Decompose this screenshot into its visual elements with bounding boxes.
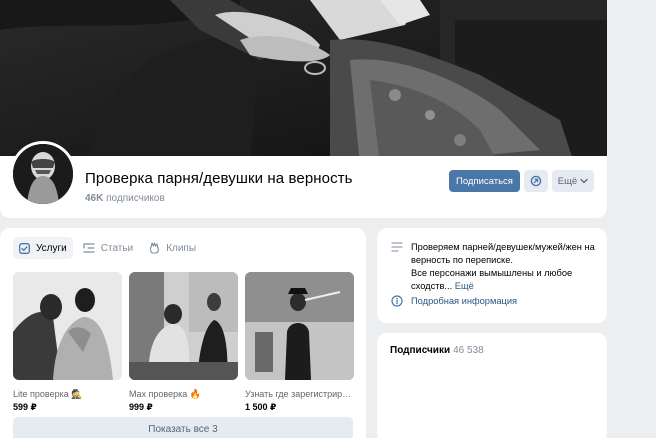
subscribe-button[interactable]: Подписаться — [449, 170, 520, 192]
product-name: Lite проверка 🕵 — [13, 389, 83, 399]
details-link[interactable]: Подробная информация — [411, 296, 517, 306]
show-all-button[interactable]: Показать все 3 — [13, 417, 353, 438]
product-card[interactable]: Lite проверка 🕵 599 ₽ — [13, 272, 122, 413]
group-avatar[interactable] — [10, 141, 76, 207]
subscribers-number: 46K — [85, 193, 104, 204]
more-label: Ещё — [557, 175, 578, 187]
services-icon — [19, 242, 30, 254]
info-icon — [391, 295, 403, 307]
articles-icon — [83, 243, 95, 253]
subscribers-total: 46 538 — [453, 345, 484, 356]
product-price: 599 ₽ — [13, 402, 37, 412]
tab-articles-label: Статьи — [100, 242, 134, 254]
subscribers-title[interactable]: Подписчики 46 538 — [390, 345, 484, 356]
product-image — [245, 272, 354, 380]
description-icon — [391, 242, 403, 252]
clock-arrow-icon — [530, 175, 542, 187]
product-image — [13, 272, 122, 380]
tab-articles[interactable]: Статьи — [77, 237, 139, 259]
description-more-link[interactable]: Ещё — [455, 281, 474, 291]
product-name: Max проверка 🔥 — [129, 389, 201, 399]
product-price: 1 500 ₽ — [245, 402, 277, 412]
group-description: Проверяем парней/девушек/мужей/жен на ве… — [411, 241, 601, 293]
product-card[interactable]: Узнать где зарегистриро... 1 500 ₽ — [245, 272, 354, 413]
products-list: Lite проверка 🕵 599 ₽ Max проверка 🔥 999… — [13, 272, 354, 413]
description-text: Проверяем парней/девушек/мужей/жен на ве… — [411, 242, 595, 291]
tab-clips-label: Клипы — [166, 242, 197, 254]
tab-clips[interactable]: Клипы — [143, 237, 202, 259]
product-name: Узнать где зарегистриро... — [245, 389, 354, 399]
subscribers-title-label: Подписчики — [390, 345, 451, 356]
clips-icon — [150, 242, 160, 254]
round-action-button[interactable] — [524, 170, 548, 192]
tab-services[interactable]: Услуги — [13, 237, 73, 259]
tab-services-label: Услуги — [36, 242, 67, 254]
group-title: Проверка парня/девушки на верность — [85, 170, 353, 187]
services-block: Услуги Статьи Клипы Lite проверка 🕵 599 … — [0, 228, 366, 438]
more-button[interactable]: Ещё — [552, 170, 594, 192]
info-block: Проверяем парней/девушек/мужей/жен на ве… — [377, 228, 607, 323]
page-margin — [607, 0, 656, 438]
product-image — [129, 272, 238, 380]
subscribers-block: Подписчики 46 538 — [377, 333, 607, 438]
cover-image — [0, 0, 607, 166]
chevron-down-icon — [580, 178, 588, 184]
subscribers-label: подписчиков — [106, 193, 165, 204]
product-price: 999 ₽ — [129, 402, 153, 412]
subscribers-count: 46K подписчиков — [85, 193, 165, 204]
content-tabs: Услуги Статьи Клипы — [13, 237, 202, 259]
product-card[interactable]: Max проверка 🔥 999 ₽ — [129, 272, 238, 413]
